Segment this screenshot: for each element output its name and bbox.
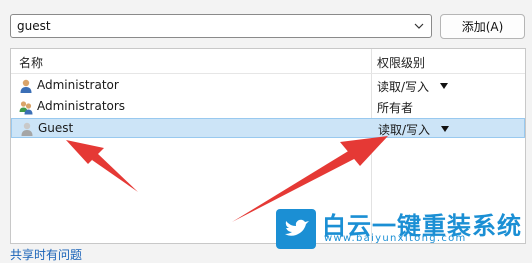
user-group-icon [19,101,33,115]
permission-level: 所有者 [377,101,414,115]
user-name: Guest [38,121,74,135]
user-name: Administrator [37,78,119,92]
permission-level[interactable]: 读取/写入 [377,78,429,95]
column-header-name[interactable]: 名称 [19,54,43,71]
permission-level[interactable]: 读取/写入 [378,121,430,138]
list-item-guest[interactable]: Guest 读取/写入 [11,118,525,138]
column-header-permission[interactable]: 权限级别 [377,54,425,71]
user-search-combobox[interactable] [10,14,432,38]
list-item-administrators[interactable]: Administrators 所有者 [11,97,525,117]
list-item-administrator[interactable]: Administrator 读取/写入 [11,76,525,96]
list-header: 名称 权限级别 [11,49,525,74]
caret-down-icon[interactable] [439,82,449,90]
twitter-bird-logo-icon [276,209,316,249]
user-name: Administrators [37,99,126,113]
sharing-help-link[interactable]: 共享时有问题 [10,246,82,263]
user-icon [20,79,32,93]
guest-user-icon [21,122,33,136]
user-search-input[interactable] [11,15,406,37]
chevron-down-icon[interactable] [413,21,425,31]
add-button[interactable]: 添加(A) [440,14,525,39]
caret-down-icon[interactable] [440,125,450,133]
watermark-url: www.baiyunxitong.com [324,233,467,244]
